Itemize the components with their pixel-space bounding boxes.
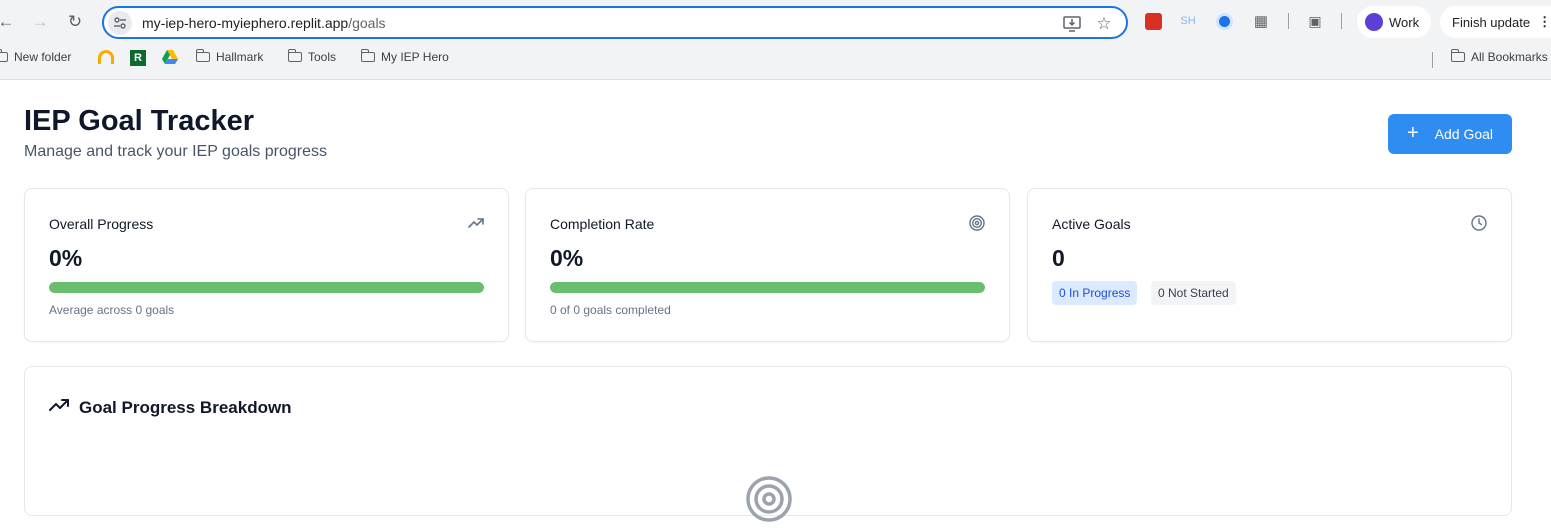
folder-icon xyxy=(1450,49,1465,62)
folder-icon xyxy=(195,49,210,62)
site-info-icon[interactable] xyxy=(108,10,132,35)
panel-title-text: Goal Progress Breakdown xyxy=(79,397,292,417)
progress-bar-fill xyxy=(49,282,484,293)
browser-chrome: ← → ↻ my-iep-hero-myiephero.replit.app/g… xyxy=(0,0,1551,80)
active-goals-value: 0 xyxy=(1052,245,1065,271)
toolbar-divider xyxy=(1341,13,1342,29)
bookmark-rainbow-icon[interactable] xyxy=(98,50,114,64)
folder-icon xyxy=(0,49,8,62)
completion-rate-card: Completion Rate 0% 0 of 0 goals complete… xyxy=(525,188,1010,342)
profile-label: Work xyxy=(1389,14,1420,30)
reload-icon[interactable]: ↻ xyxy=(63,10,87,34)
profile-avatar-icon xyxy=(1365,13,1383,31)
folder-icon xyxy=(287,49,302,62)
completion-rate-value: 0% xyxy=(550,245,584,271)
completion-rate-note: 0 of 0 goals completed xyxy=(550,303,671,317)
plus-icon: + xyxy=(1406,122,1419,144)
bookmark-new-folder[interactable]: New folder xyxy=(0,49,71,64)
card-label: Active Goals xyxy=(1052,216,1131,232)
trending-up-icon xyxy=(49,396,69,419)
completion-rate-bar xyxy=(550,282,985,293)
bookmark-my-iep-hero[interactable]: My IEP Hero xyxy=(360,49,449,64)
panel-title: Goal Progress Breakdown xyxy=(49,396,292,419)
finish-update-button[interactable]: Finish update ⋮ xyxy=(1440,6,1551,38)
bookmark-r-icon[interactable]: R xyxy=(130,50,146,66)
profile-button[interactable]: Work xyxy=(1357,6,1432,38)
folder-icon xyxy=(360,49,375,62)
extension-sh-icon[interactable]: SH xyxy=(1178,11,1198,31)
all-bookmarks[interactable]: All Bookmarks xyxy=(1450,49,1548,64)
bookmark-hallmark[interactable]: Hallmark xyxy=(195,49,263,64)
overall-progress-card: Overall Progress 0% Average across 0 goa… xyxy=(24,188,509,342)
overall-progress-value: 0% xyxy=(49,245,83,271)
overall-progress-note: Average across 0 goals xyxy=(49,303,175,317)
in-progress-badge: 0 In Progress xyxy=(1052,281,1138,305)
toolbar-divider xyxy=(1288,13,1289,29)
extension-red-icon[interactable] xyxy=(1143,11,1163,31)
card-label: Completion Rate xyxy=(550,216,655,232)
clock-icon xyxy=(1471,215,1487,231)
page-subtitle: Manage and track your IEP goals progress xyxy=(24,143,327,160)
add-goal-label: Add Goal xyxy=(1434,126,1494,142)
progress-bar-fill xyxy=(550,282,985,293)
address-bar[interactable]: my-iep-hero-myiephero.replit.app/goals ☆ xyxy=(102,6,1128,39)
url-text: my-iep-hero-myiephero.replit.app/goals xyxy=(142,14,386,31)
extension-c-icon[interactable] xyxy=(1214,11,1234,31)
overall-progress-bar xyxy=(49,282,484,293)
bookmark-tools[interactable]: Tools xyxy=(287,49,336,64)
app-main: IEP Goal Tracker Manage and track your I… xyxy=(0,80,1551,522)
bookmarks-bar: New folder R Hallmark Tools My IEP Hero … xyxy=(0,48,1551,70)
install-app-icon[interactable] xyxy=(1062,14,1082,34)
page-title: IEP Goal Tracker xyxy=(24,105,254,137)
tab-search-icon[interactable]: ▣ xyxy=(1305,11,1325,31)
not-started-badge: 0 Not Started xyxy=(1151,281,1236,305)
back-arrow-icon[interactable]: ← xyxy=(0,10,18,34)
target-icon xyxy=(969,215,985,231)
card-label: Overall Progress xyxy=(49,216,154,232)
forward-arrow-icon[interactable]: → xyxy=(28,10,52,34)
trending-up-icon xyxy=(468,215,484,231)
bookmarks-divider xyxy=(1432,52,1433,68)
goal-progress-breakdown-panel: Goal Progress Breakdown xyxy=(24,366,1512,522)
add-goal-button[interactable]: + Add Goal xyxy=(1388,114,1512,154)
bookmark-star-icon[interactable]: ☆ xyxy=(1094,14,1114,34)
active-goals-card: Active Goals 0 0 In Progress 0 Not Start… xyxy=(1027,188,1512,342)
extensions-puzzle-icon[interactable]: ▦ xyxy=(1251,11,1271,31)
google-drive-icon[interactable] xyxy=(162,50,178,64)
